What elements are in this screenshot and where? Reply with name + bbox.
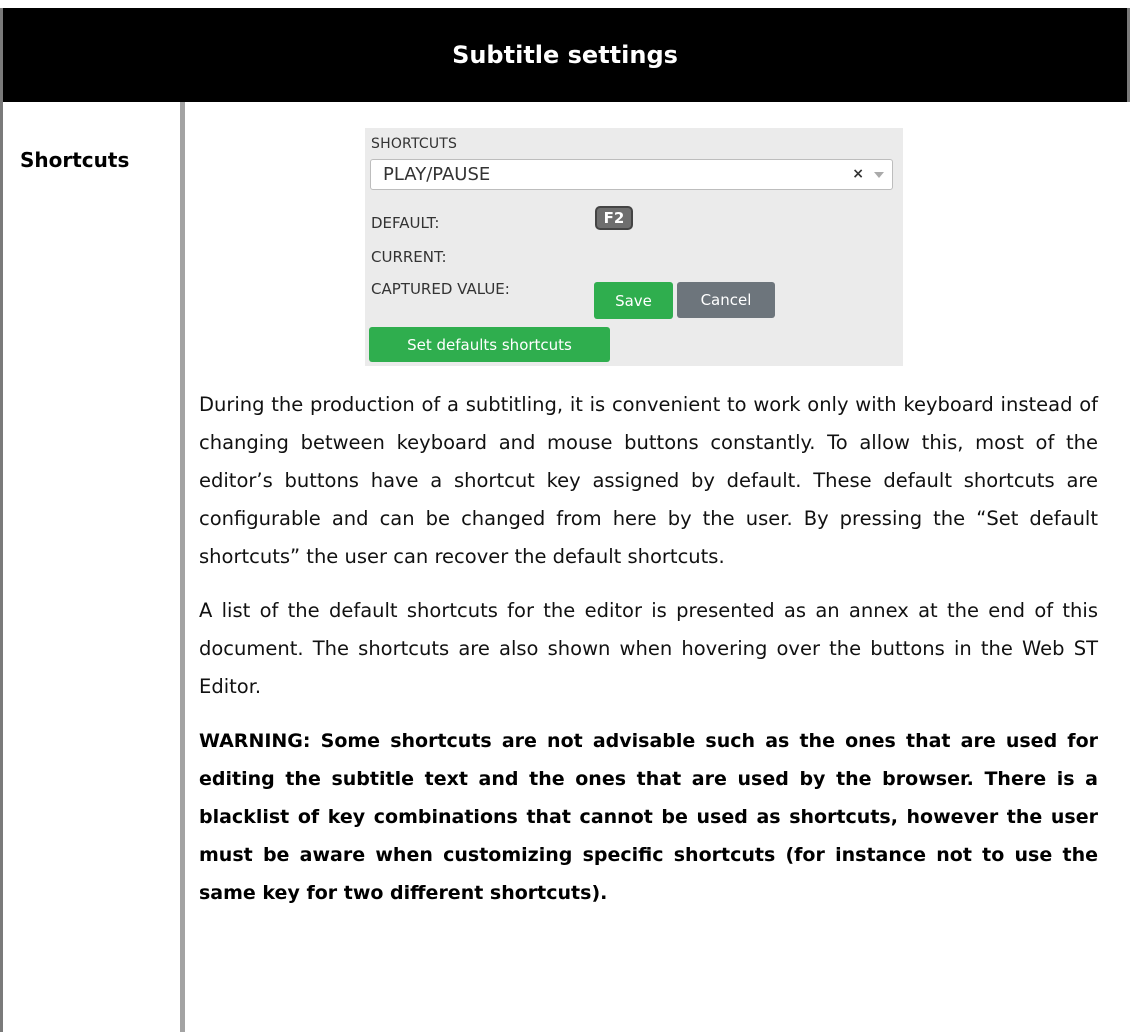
clear-icon[interactable]: ×: [852, 166, 864, 182]
warning-paragraph: WARNING: Some shortcuts are not advisabl…: [199, 730, 1098, 904]
set-default-shortcuts-button[interactable]: Set defaults shortcuts: [369, 327, 610, 362]
save-button[interactable]: Save: [594, 282, 673, 319]
table-column-divider: [180, 102, 185, 1032]
default-label: DEFAULT:: [371, 214, 440, 232]
document-page: Subtitle settings Shortcuts SHORTCUTS PL…: [0, 0, 1130, 1032]
description-paragraph: During the production of a subtitling, i…: [199, 393, 1098, 568]
current-label: CURRENT:: [371, 248, 447, 266]
header-title: Subtitle settings: [452, 41, 678, 69]
panel-heading: SHORTCUTS: [371, 136, 458, 152]
table-left-border: [0, 102, 3, 1032]
table-header: Subtitle settings: [0, 8, 1130, 102]
shortcut-select-value: PLAY/PAUSE: [383, 164, 491, 185]
shortcut-select[interactable]: PLAY/PAUSE ×: [370, 159, 893, 190]
annex-paragraph: A list of the default shortcuts for the …: [199, 599, 1098, 698]
chevron-down-icon[interactable]: [874, 172, 884, 178]
shortcuts-settings-panel: SHORTCUTS PLAY/PAUSE × DEFAULT: F2 CURRE…: [365, 128, 903, 366]
row-label-shortcuts: Shortcuts: [20, 148, 130, 172]
captured-value-label: CAPTURED VALUE:: [371, 280, 510, 298]
cancel-button[interactable]: Cancel: [677, 282, 775, 318]
default-key-badge: F2: [595, 206, 633, 230]
